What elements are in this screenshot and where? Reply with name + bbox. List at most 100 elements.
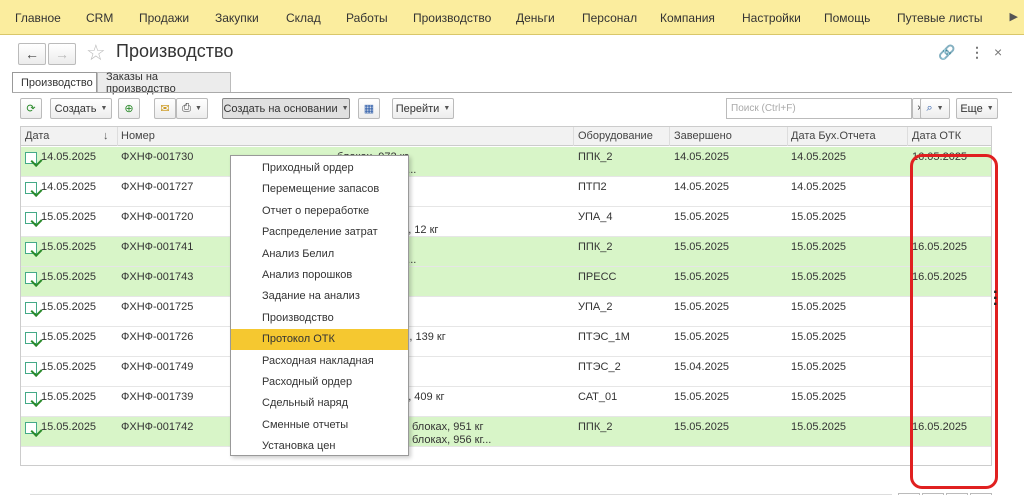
menu-item-based-on[interactable]: Задание на анализ [231,286,408,307]
column-separator [669,127,670,146]
column-header-number[interactable]: Номер [121,130,155,142]
cell-equipment: УПА_4 [578,211,613,223]
cell-number: ФХНФ-001749 [121,361,194,373]
dropdown-arrow-icon: ▼ [986,105,994,112]
menu-item-purchases[interactable]: Закупки [215,11,259,25]
create-based-on-menu: Приходный ордер Перемещение запасов Отчет … [230,155,409,456]
documents-table: Дата ↓ Номер Оборудование Завершено Дата… [20,126,992,466]
cell-number: ФХНФ-001741 [121,241,194,253]
menu-item-works[interactable]: Работы [346,11,388,25]
menu-item-based-on[interactable]: Анализ Белил [231,244,408,265]
cell-accounting-date: 15.05.2025 [791,421,847,433]
table-row[interactable]: 15.05.2025ФХНФ-001743С1, 110 кгПРЕСС15.0… [21,267,991,297]
menu-item-based-on[interactable]: Сменные отчеты [231,415,408,436]
table-row[interactable]: 14.05.2025ФХНФ-0017272 кгкгПТП214.05.202… [21,177,991,207]
dropdown-arrow-icon: ▼ [443,105,451,112]
cell-accounting-date: 14.05.2025 [791,151,847,163]
cell-equipment: УПА_2 [578,301,613,313]
create-label: Создать [54,102,97,115]
menu-item-settings[interactable]: Настройки [742,11,801,25]
cell-number: ФХНФ-001730 [121,151,194,163]
create-based-on-button[interactable]: Создать на основании ▼ [222,98,350,119]
cell-equipment: ПТЭС_2 [578,361,621,373]
print-button[interactable]: ⎙ ▼ [176,98,208,119]
more-vertical-icon[interactable]: ⋮ [970,44,984,61]
tab-production-orders[interactable]: Заказы на производство [97,71,231,95]
refresh-icon: ⟳ [26,103,36,115]
cell-number: ФХНФ-001742 [121,421,194,433]
menu-item-based-on[interactable]: Анализ порошков [231,265,408,286]
table-row[interactable]: 15.05.2025ФХНФ-001726ЛОС в чушках, 139 к… [21,327,991,357]
side-more-icon[interactable]: · · · [993,285,998,313]
menu-item-based-on[interactable]: Производство [231,308,408,329]
menu-item-money[interactable]: Деньги [516,11,555,25]
cell-completed: 15.05.2025 [674,241,730,253]
menu-item-based-on[interactable]: Приходный ордер [231,158,408,179]
create-button[interactable]: Создать ▼ [50,98,112,119]
menu-item-production[interactable]: Производство [413,11,491,25]
table-row[interactable]: 15.05.2025ФХНФ-001749брикат, 283 кгбрика… [21,357,991,387]
cell-equipment: ППК_2 [578,421,613,433]
dropdown-arrow-icon: ▼ [100,105,108,112]
menu-item-based-on[interactable]: Расходная накладная [231,351,408,372]
menu-item-based-on[interactable]: Расходный ордер [231,372,408,393]
menu-item-warehouse[interactable]: Склад [286,11,321,25]
menu-item-waybills[interactable]: Путевые листы [897,11,983,25]
column-header-equipment[interactable]: Оборудование [578,130,653,142]
menu-item-based-on[interactable]: Отчет о переработке [231,201,408,222]
cell-equipment: ППК_2 [578,151,613,163]
cell-completed: 15.04.2025 [674,361,730,373]
menu-more-arrow-icon[interactable]: ▶ [1010,10,1018,23]
menu-item-sales[interactable]: Продажи [139,11,189,25]
column-separator [787,127,788,146]
menu-item-based-on[interactable]: Перемещение запасов [231,179,408,200]
add-document-icon: ⊕ [124,103,134,115]
forward-button[interactable]: → [48,43,76,65]
table-row[interactable]: 15.05.2025ФХНФ-001725ушках, 101 кгУПА_21… [21,297,991,327]
search-input[interactable]: Поиск (Ctrl+F) [726,98,912,119]
cell-accounting-date: 15.05.2025 [791,361,847,373]
cell-completed: 15.05.2025 [674,211,730,223]
favorite-star-icon[interactable]: ☆ [86,40,106,66]
cell-date: 15.05.2025 [41,241,97,253]
add-copy-button[interactable]: ⊕ [118,98,140,119]
hierarchy-icon: ▦ [363,103,375,115]
menu-item-company[interactable]: Компания [660,11,715,25]
close-icon[interactable]: × [994,44,1002,60]
table-row[interactable]: 15.05.2025ФХНФ-001742Сплав ЦА06 вблокахС… [21,417,991,447]
structure-button[interactable]: ▦ [358,98,380,119]
search-button[interactable]: ⌕ ▼ [920,98,950,119]
menu-item-based-on[interactable]: Сдельный наряд [231,393,408,414]
document-posted-icon [25,242,37,254]
mail-button[interactable]: ✉ [154,98,176,119]
refresh-button[interactable]: ⟳ [20,98,42,119]
menu-item-based-on[interactable]: Протокол ОТК [231,329,408,351]
column-header-completed[interactable]: Завершено [674,130,732,142]
menu-item-help[interactable]: Помощь [824,11,870,25]
menu-item-based-on[interactable]: Распределение затрат [231,222,408,243]
go-button[interactable]: Перейти ▼ [392,98,454,119]
menu-item-crm[interactable]: CRM [86,11,113,25]
dropdown-arrow-icon: ▼ [341,105,349,112]
menu-item-main[interactable]: Главное [15,11,61,25]
column-header-otk-date[interactable]: Дата ОТК [912,130,961,142]
more-button[interactable]: Еще ▼ [956,98,998,119]
cell-completed: 15.05.2025 [674,301,730,313]
column-header-accounting-date[interactable]: Дата Бух.Отчета [791,130,876,142]
table-row[interactable]: 15.05.2025ФХНФ-001741блоках, 979 кгблока… [21,237,991,267]
table-row[interactable]: 15.05.2025ФХНФ-001739ССУ в чушках, 409 к… [21,387,991,417]
tab-production[interactable]: Производство [12,72,97,92]
cell-completed: 15.05.2025 [674,271,730,283]
menu-item-based-on[interactable]: Установка цен [231,436,408,457]
link-icon[interactable]: 🔗 [938,44,955,61]
cell-accounting-date: 15.05.2025 [791,211,847,223]
cell-equipment: ПРЕСС [578,271,617,283]
table-row[interactable]: 14.05.2025ФХНФ-001730блоках, 972 кгблока… [21,147,991,177]
cell-accounting-date: 15.05.2025 [791,391,847,403]
back-button[interactable]: ← [18,43,46,65]
column-header-date[interactable]: Дата [25,130,49,142]
document-posted-icon [25,212,37,224]
menu-item-staff[interactable]: Персонал [582,11,637,25]
table-row[interactable]: 15.05.2025ФХНФ-001720теллит, 821 кгССУ в… [21,207,991,237]
sort-down-icon[interactable]: ↓ [103,130,109,142]
